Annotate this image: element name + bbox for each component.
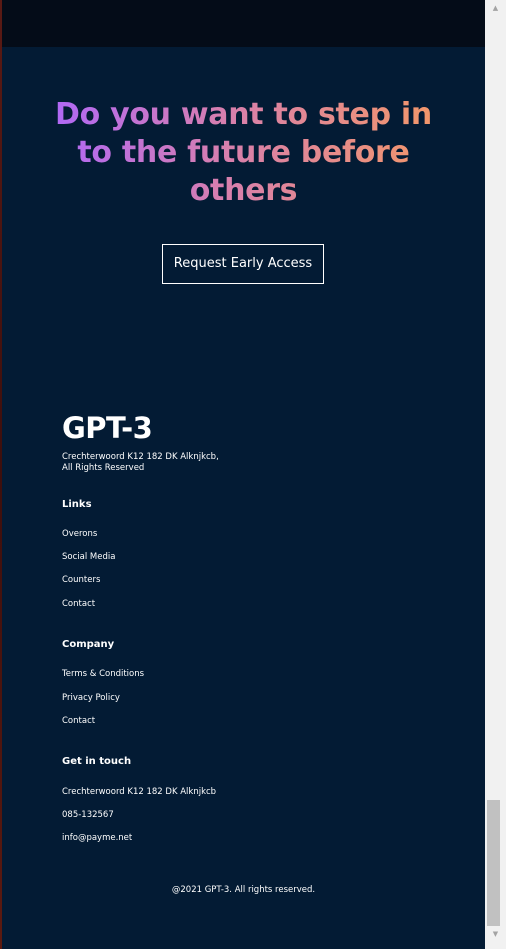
link-overons[interactable]: Overons: [62, 528, 97, 540]
vertical-scrollbar[interactable]: ▲ ▼: [485, 0, 506, 949]
link-privacy-policy[interactable]: Privacy Policy: [62, 692, 120, 704]
scroll-up-arrow-icon[interactable]: ▲: [485, 0, 506, 17]
links-heading: Links: [62, 499, 92, 510]
footer-rights-line: All Rights Reserved: [62, 463, 145, 473]
scroll-down-arrow-icon[interactable]: ▼: [485, 926, 506, 943]
contact-phone[interactable]: 085-132567: [62, 809, 114, 821]
contact-email[interactable]: info@payme.net: [62, 832, 132, 844]
footer-address-line: Crechterwoord K12 182 DK Alknjkcb,: [62, 452, 219, 462]
link-counters[interactable]: Counters: [62, 574, 100, 586]
request-early-access-button[interactable]: Request Early Access: [162, 244, 324, 284]
copyright-text: @2021 GPT-3. All rights reserved.: [171, 885, 316, 895]
page: Do you want to step in to the future bef…: [2, 0, 485, 949]
link-company-contact[interactable]: Contact: [62, 715, 95, 727]
cta-section: Do you want to step in to the future bef…: [2, 96, 485, 284]
scrollbar-thumb[interactable]: [487, 800, 500, 926]
top-strip: [2, 0, 485, 47]
get-in-touch-heading: Get in touch: [62, 756, 132, 767]
company-heading: Company: [62, 639, 115, 650]
footer: GPT-3 Crechterwoord K12 182 DK Alknjkcb,…: [62, 411, 462, 843]
contact-address: Crechterwoord K12 182 DK Alknjkcb: [62, 787, 217, 797]
link-social-media[interactable]: Social Media: [62, 551, 115, 563]
footer-address: Crechterwoord K12 182 DK Alknjkcb, All R…: [62, 452, 222, 474]
link-terms-conditions[interactable]: Terms & Conditions: [62, 668, 144, 680]
cta-heading: Do you want to step in to the future bef…: [44, 96, 444, 210]
link-contact[interactable]: Contact: [62, 598, 95, 610]
footer-logo: GPT-3: [62, 411, 153, 445]
